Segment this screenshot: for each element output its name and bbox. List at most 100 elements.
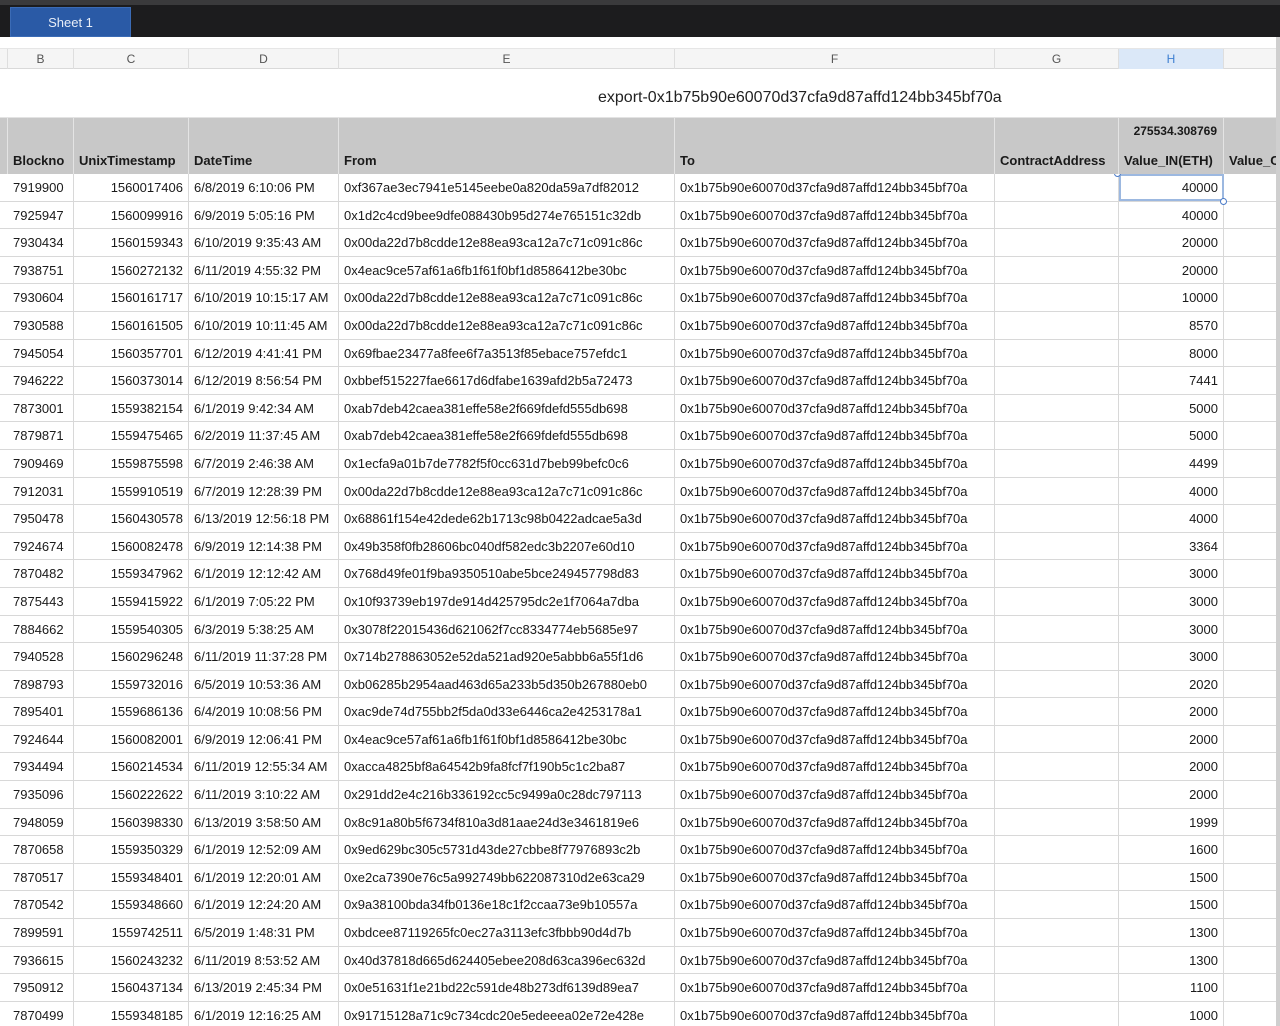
cell-from[interactable]: 0xab7deb42caea381effe58e2f669fdefd555db6…	[339, 394, 675, 422]
cell-unixtimestamp[interactable]: 1559348660	[74, 891, 189, 919]
cell-unixtimestamp[interactable]: 1560082478	[74, 532, 189, 560]
cell-from[interactable]: 0x00da22d7b8cdde12e88ea93ca12a7c71c091c8…	[339, 477, 675, 505]
cell-blockno[interactable]: 7945054	[8, 339, 74, 367]
cell-from[interactable]: 0x10f93739eb197de914d425795dc2e1f7064a7d…	[339, 587, 675, 615]
cell-to[interactable]: 0x1b75b90e60070d37cfa9d87affd124bb345bf7…	[675, 256, 995, 284]
cell-contractaddress[interactable]	[995, 1001, 1119, 1026]
table-row[interactable]: 7884662 1559540305 6/3/2019 5:38:25 AM 0x30…	[0, 615, 1276, 644]
cell-to[interactable]: 0x1b75b90e60070d37cfa9d87affd124bb345bf7…	[675, 174, 995, 201]
cell-datetime[interactable]: 6/10/2019 10:11:45 AM	[189, 311, 339, 339]
cell-to[interactable]: 0x1b75b90e60070d37cfa9d87affd124bb345bf7…	[675, 532, 995, 560]
title-row[interactable]: export-0x1b75b90e60070d37cfa9d87affd124b…	[0, 69, 1276, 118]
cell-to[interactable]: 0x1b75b90e60070d37cfa9d87affd124bb345bf7…	[675, 339, 995, 367]
cell-value-in[interactable]: 40000	[1119, 201, 1224, 229]
cell-value-in[interactable]: 1500	[1119, 863, 1224, 891]
table-row[interactable]: 7870517 1559348401 6/1/2019 12:20:01 AM 0xe…	[0, 863, 1276, 892]
cell-datetime[interactable]: 6/11/2019 12:55:34 AM	[189, 753, 339, 781]
cell-unixtimestamp[interactable]: 1559415922	[74, 587, 189, 615]
cell-datetime[interactable]: 6/11/2019 8:53:52 AM	[189, 946, 339, 974]
cell-contractaddress[interactable]	[995, 284, 1119, 312]
cell-value-in[interactable]: 5000	[1119, 422, 1224, 450]
cell-unixtimestamp[interactable]: 1559348401	[74, 863, 189, 891]
cell-contractaddress[interactable]	[995, 394, 1119, 422]
cell-blockno[interactable]: 7912031	[8, 477, 74, 505]
cell-value-out[interactable]	[1224, 1002, 1276, 1026]
cell-unixtimestamp[interactable]: 1560430578	[74, 505, 189, 533]
cell-value-in[interactable]: 10000	[1119, 284, 1224, 312]
cell-unixtimestamp[interactable]: 1559732016	[74, 670, 189, 698]
cell-to[interactable]: 0x1b75b90e60070d37cfa9d87affd124bb345bf7…	[675, 863, 995, 891]
cell-blockno[interactable]: 7936615	[8, 946, 74, 974]
cell-value-in[interactable]: 2000	[1119, 753, 1224, 781]
cell-value-in[interactable]: 20000	[1119, 229, 1224, 257]
cell-unixtimestamp[interactable]: 1560159343	[74, 229, 189, 257]
table-row[interactable]: 7879871 1559475465 6/2/2019 11:37:45 AM 0xa…	[0, 422, 1276, 450]
cell-unixtimestamp[interactable]: 1560214534	[74, 753, 189, 781]
cell-datetime[interactable]: 6/1/2019 12:20:01 AM	[189, 863, 339, 891]
cell-datetime[interactable]: 6/12/2019 8:56:54 PM	[189, 367, 339, 395]
cell-to[interactable]: 0x1b75b90e60070d37cfa9d87affd124bb345bf7…	[675, 808, 995, 836]
cell-value-out[interactable]	[1224, 781, 1276, 808]
cell-unixtimestamp[interactable]: 1560161717	[74, 284, 189, 312]
cell-value-in[interactable]: 1300	[1119, 946, 1224, 974]
cell-contractaddress[interactable]	[995, 367, 1119, 395]
cell-to[interactable]: 0x1b75b90e60070d37cfa9d87affd124bb345bf7…	[675, 643, 995, 671]
column-header-f[interactable]: F	[675, 49, 995, 69]
cell-to[interactable]: 0x1b75b90e60070d37cfa9d87affd124bb345bf7…	[675, 836, 995, 864]
cell-value-in[interactable]: 3364	[1119, 532, 1224, 560]
header-cell-value-out[interactable]: Value_C	[1224, 118, 1276, 174]
cell-contractaddress[interactable]	[995, 863, 1119, 891]
cell-to[interactable]: 0x1b75b90e60070d37cfa9d87affd124bb345bf7…	[675, 615, 995, 643]
cell-datetime[interactable]: 6/10/2019 10:15:17 AM	[189, 284, 339, 312]
cell-to[interactable]: 0x1b75b90e60070d37cfa9d87affd124bb345bf7…	[675, 477, 995, 505]
cell-blockno[interactable]: 7875443	[8, 587, 74, 615]
cell-value-in[interactable]: 4000	[1119, 477, 1224, 505]
cell-unixtimestamp[interactable]: 1560222622	[74, 781, 189, 809]
cell-datetime[interactable]: 6/13/2019 12:56:18 PM	[189, 505, 339, 533]
cell-from[interactable]: 0xe2ca7390e76c5a992749bb622087310d2e63ca…	[339, 863, 675, 891]
cell-datetime[interactable]: 6/9/2019 12:06:41 PM	[189, 725, 339, 753]
table-row[interactable]: 7909469 1559875598 6/7/2019 2:46:38 AM 0x1e…	[0, 449, 1276, 478]
cell-to[interactable]: 0x1b75b90e60070d37cfa9d87affd124bb345bf7…	[675, 367, 995, 395]
cell-to[interactable]: 0x1b75b90e60070d37cfa9d87affd124bb345bf7…	[675, 891, 995, 919]
cell-contractaddress[interactable]	[995, 698, 1119, 726]
cell-datetime[interactable]: 6/8/2019 6:10:06 PM	[189, 174, 339, 201]
header-cell-to[interactable]: To	[675, 118, 995, 174]
column-header-h[interactable]: H	[1119, 49, 1224, 69]
cell-value-out[interactable]	[1224, 698, 1276, 725]
table-row[interactable]: 7930434 1560159343 6/10/2019 9:35:43 AM 0x0…	[0, 229, 1276, 257]
cell-to[interactable]: 0x1b75b90e60070d37cfa9d87affd124bb345bf7…	[675, 560, 995, 588]
cell-value-in[interactable]: 4000	[1119, 505, 1224, 533]
cell-value-in[interactable]: 2000	[1119, 698, 1224, 726]
cell-value-in[interactable]: 3000	[1119, 615, 1224, 643]
cell-from[interactable]: 0xb06285b2954aad463d65a233b5d350b267880e…	[339, 670, 675, 698]
cell-blockno[interactable]: 7899591	[8, 919, 74, 947]
cell-value-in[interactable]: 1999	[1119, 808, 1224, 836]
cell-to[interactable]: 0x1b75b90e60070d37cfa9d87affd124bb345bf7…	[675, 394, 995, 422]
cell-contractaddress[interactable]	[995, 946, 1119, 974]
cell-contractaddress[interactable]	[995, 808, 1119, 836]
cell-to[interactable]: 0x1b75b90e60070d37cfa9d87affd124bb345bf7…	[675, 725, 995, 753]
cell-unixtimestamp[interactable]: 1560272132	[74, 256, 189, 284]
cell-blockno[interactable]: 7870482	[8, 560, 74, 588]
cell-value-out[interactable]	[1224, 836, 1276, 863]
cell-from[interactable]: 0xac9de74d755bb2f5da0d33e6446ca2e4253178…	[339, 698, 675, 726]
cell-value-out[interactable]	[1224, 753, 1276, 780]
cell-to[interactable]: 0x1b75b90e60070d37cfa9d87affd124bb345bf7…	[675, 670, 995, 698]
cell-value-out[interactable]	[1224, 864, 1276, 891]
table-row[interactable]: 7950478 1560430578 6/13/2019 12:56:18 PM 0x…	[0, 505, 1276, 533]
cell-from[interactable]: 0xbdcee87119265fc0ec27a3113efc3fbbb90d4d…	[339, 919, 675, 947]
cell-datetime[interactable]: 6/3/2019 5:38:25 AM	[189, 615, 339, 643]
cell-unixtimestamp[interactable]: 1560161505	[74, 311, 189, 339]
cell-from[interactable]: 0x768d49fe01f9ba9350510abe5bce249457798d…	[339, 560, 675, 588]
table-row[interactable]: 7870499 1559348185 6/1/2019 12:16:25 AM 0x9…	[0, 1001, 1276, 1026]
cell-contractaddress[interactable]	[995, 587, 1119, 615]
cell-value-out[interactable]	[1224, 340, 1276, 367]
table-row[interactable]: 7934494 1560214534 6/11/2019 12:55:34 AM 0x…	[0, 753, 1276, 782]
cell-value-out[interactable]	[1224, 919, 1276, 946]
cell-to[interactable]: 0x1b75b90e60070d37cfa9d87affd124bb345bf7…	[675, 753, 995, 781]
column-header-e[interactable]: E	[339, 49, 675, 69]
table-row[interactable]: 7930588 1560161505 6/10/2019 10:11:45 AM 0x…	[0, 311, 1276, 340]
cell-datetime[interactable]: 6/11/2019 11:37:28 PM	[189, 643, 339, 671]
cell-contractaddress[interactable]	[995, 919, 1119, 947]
